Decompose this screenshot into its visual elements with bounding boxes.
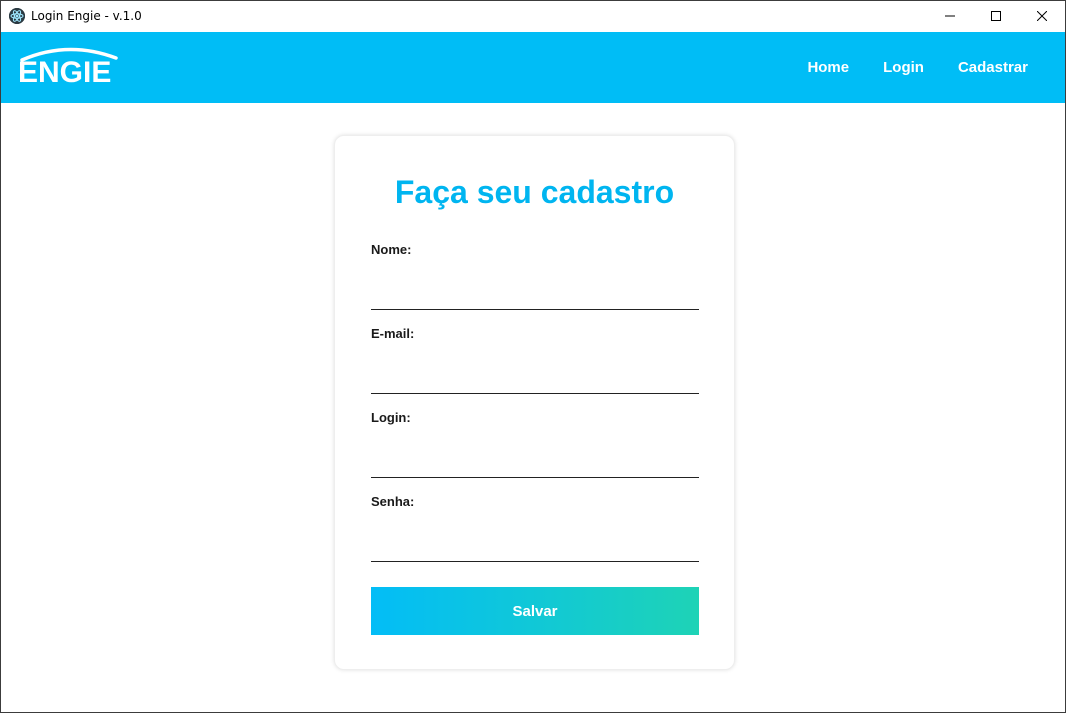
nav-link-home[interactable]: Home [807,59,849,76]
login-label: Login: [371,410,411,425]
maximize-button[interactable] [973,1,1019,31]
close-icon [1037,11,1047,21]
save-button[interactable]: Salvar [371,587,699,635]
field-senha: Senha: [371,494,699,562]
register-card: Faça seu cadastro Nome: E-mail: Login: S… [334,135,735,670]
nome-input[interactable] [371,270,699,310]
app-window: Login Engie - v.1.0 ENGIE Home Login Cad… [0,0,1066,713]
app-icon [9,8,25,24]
logo-text: ENGIE [18,56,112,89]
nav-link-login[interactable]: Login [883,59,924,76]
email-label: E-mail: [371,326,415,341]
window-title: Login Engie - v.1.0 [31,9,142,23]
email-input[interactable] [371,354,699,394]
form-title: Faça seu cadastro [394,174,675,210]
nav-links: Home Login Cadastrar [773,32,1028,103]
minimize-icon [945,15,955,17]
close-button[interactable] [1019,1,1065,31]
field-email: E-mail: [371,326,699,394]
senha-label: Senha: [371,494,415,509]
field-nome: Nome: [371,242,699,310]
field-login: Login: [371,410,699,478]
window-controls [927,1,1065,31]
nav-link-cadastrar[interactable]: Cadastrar [958,59,1028,76]
maximize-icon [991,11,1001,21]
nome-label: Nome: [371,242,412,257]
minimize-button[interactable] [927,1,973,31]
engie-logo: ENGIE [18,46,120,88]
senha-input[interactable] [371,522,699,562]
title-bar: Login Engie - v.1.0 [1,1,1065,31]
login-input[interactable] [371,438,699,478]
navbar: ENGIE Home Login Cadastrar [1,32,1065,103]
